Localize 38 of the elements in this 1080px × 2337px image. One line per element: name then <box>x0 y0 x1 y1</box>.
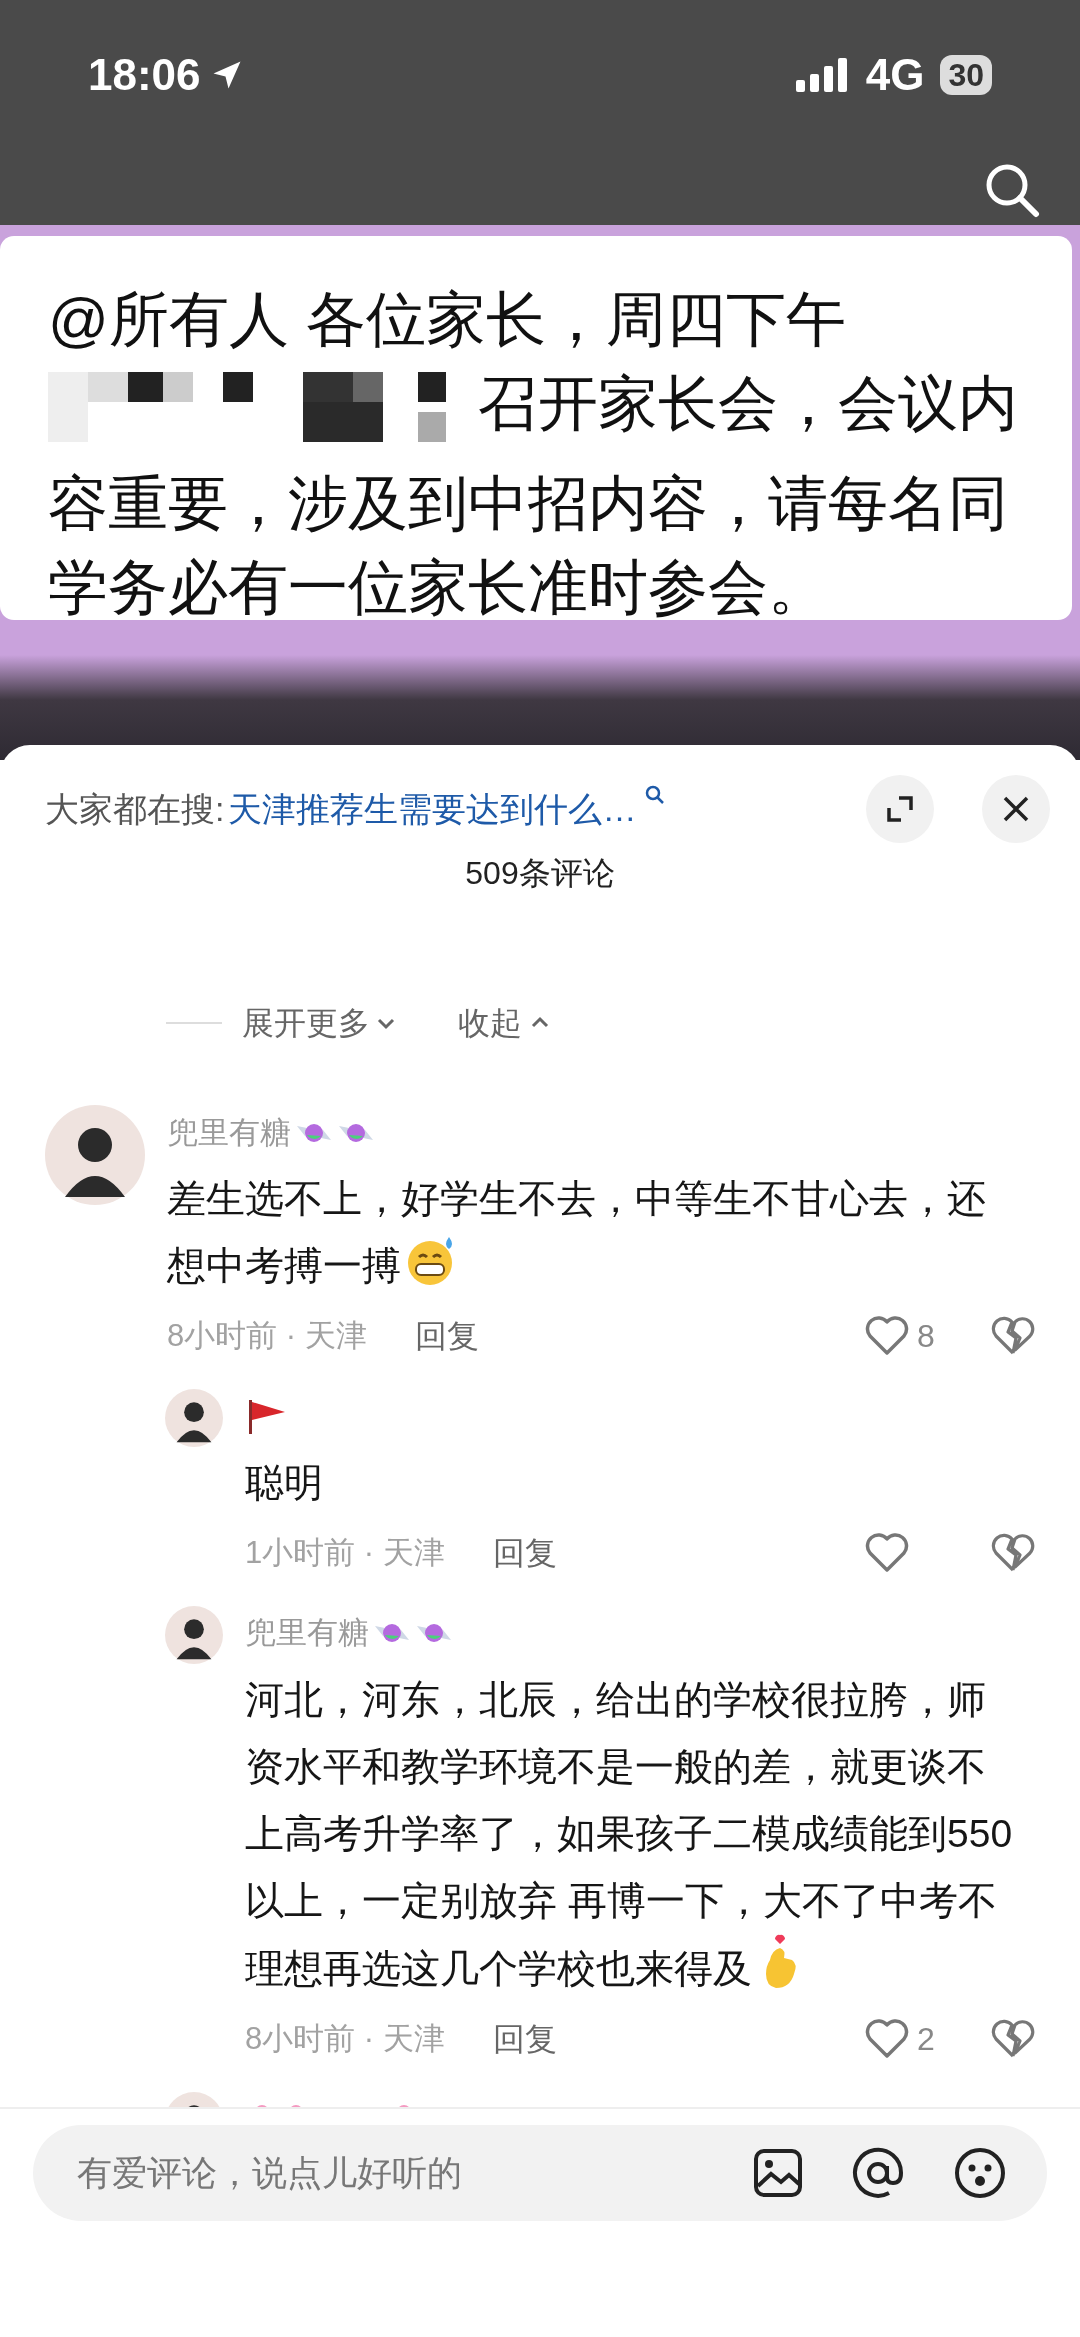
comment-text: 聪明 <box>245 1460 323 1506</box>
like-icon[interactable] <box>865 2019 909 2059</box>
avatar <box>165 1606 223 1664</box>
like-icon[interactable] <box>865 1316 909 1356</box>
mention-icon[interactable] <box>851 2146 905 2200</box>
comment-input[interactable]: 有爱评论，说点儿好听的 <box>75 2145 705 2201</box>
message-text: 容重要，涉及到中招内容，请每名同学务必有一位家长准时参会。 <box>48 469 1009 623</box>
reply-button[interactable]: 回复 <box>414 1312 479 1360</box>
search-prompt-label: 大家都在搜: <box>45 788 225 830</box>
expand-more-link[interactable]: 展开更多 <box>166 999 398 1047</box>
message-text: 召开家长会，会议内 <box>478 369 1018 439</box>
dislike-icon[interactable] <box>991 1316 1035 1356</box>
reply-button[interactable]: 回复 <box>492 1529 557 1577</box>
search-suggestion-link[interactable]: 天津推荐生需要达到什么… <box>228 783 667 835</box>
like-icon[interactable] <box>865 1533 909 1573</box>
status-time: 18:06 <box>88 49 201 101</box>
like-count: 8 <box>917 1317 935 1356</box>
reply-button[interactable]: 回复 <box>492 2015 557 2063</box>
timestamp-location: 8小时前 · 天津 <box>167 1316 367 1355</box>
emoji-icon[interactable] <box>953 2146 1007 2200</box>
comment-bar[interactable]: 有爱评论，说点儿好听的 <box>33 2125 1047 2221</box>
timestamp-location: 1小时前 · 天津 <box>245 1533 445 1572</box>
close-icon <box>1001 794 1031 824</box>
image-icon[interactable] <box>753 2148 803 2198</box>
collapse-link[interactable]: 收起 <box>458 999 552 1047</box>
comments-title: 509条评论 <box>465 855 615 891</box>
comment-text: 河北，河东，北辰，给出的学校很拉胯，师资水平和教学环境不是一般的差，就更谈不上高考升学率了，如果孩子二模成绩能到550以上，一定别放弃 再博一下，大不了中考不理想再选这几个学校也来得及 <box>245 1677 1014 1992</box>
message-text: @所有人 各位家长，周四下午 <box>48 285 846 355</box>
network-label: 4G <box>865 49 925 101</box>
timestamp-location: 8小时前 · 天津 <box>245 2019 445 2058</box>
comment-text: 差生选不上，好学生不去，中等生不甘心去，还想中考搏一搏 <box>167 1176 987 1289</box>
signal-icon <box>795 58 850 92</box>
avatar <box>165 1389 223 1447</box>
battery-indicator: 30 <box>940 55 992 95</box>
dislike-icon[interactable] <box>991 1533 1035 1573</box>
like-count: 2 <box>917 2020 935 2059</box>
expand-icon <box>885 794 915 824</box>
dislike-icon[interactable] <box>991 2019 1035 2059</box>
